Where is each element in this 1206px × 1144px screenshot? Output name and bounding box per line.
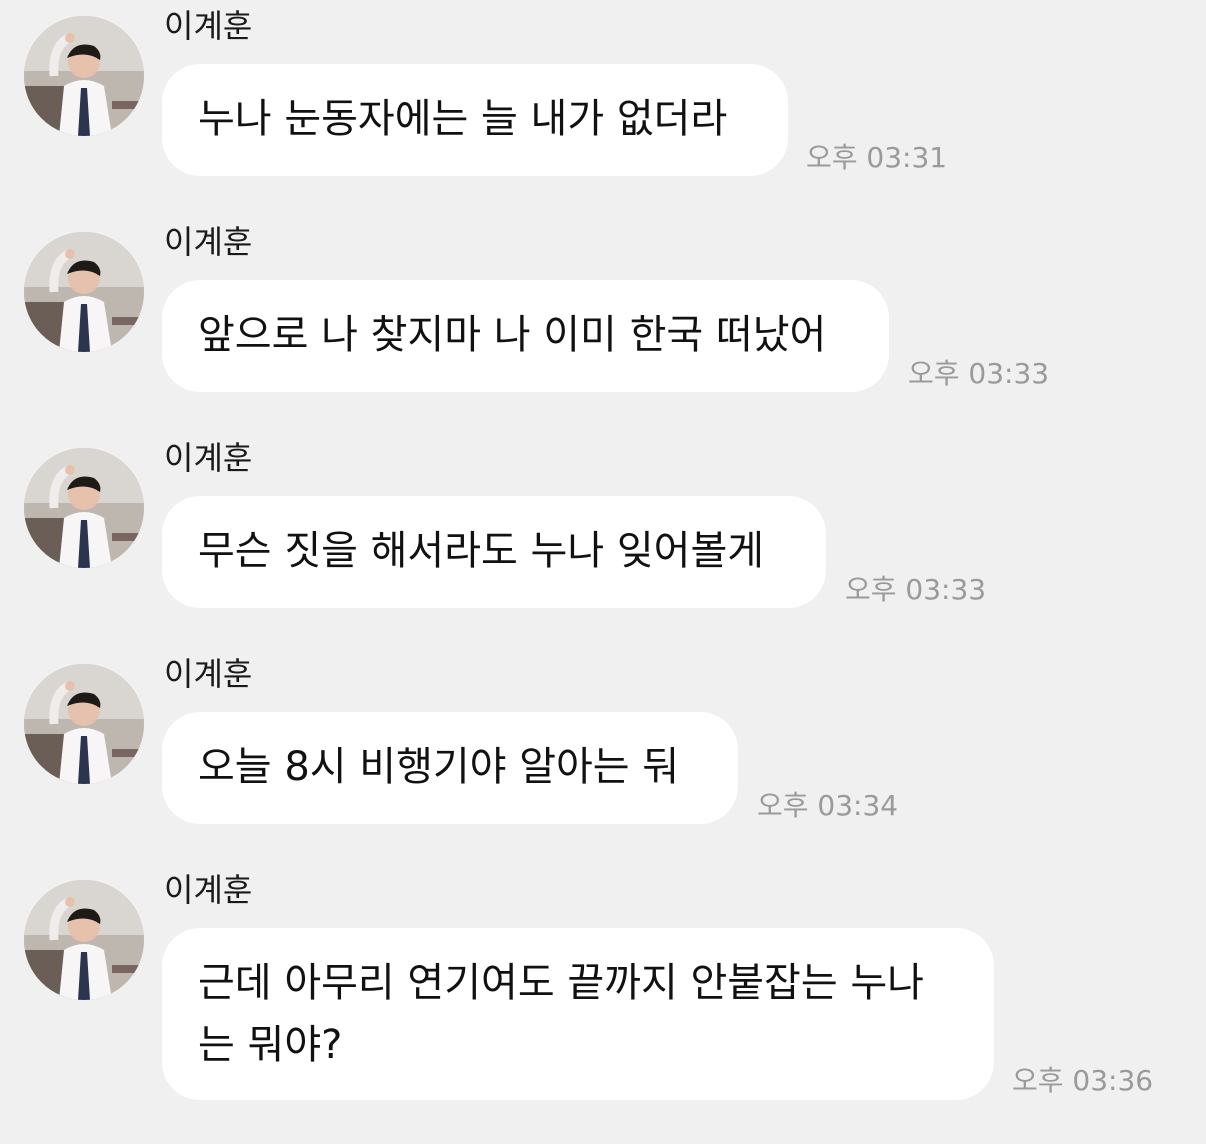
profile-photo-icon xyxy=(24,16,144,136)
message-bubble[interactable]: 무슨 짓을 해서라도 누나 잊어볼게 xyxy=(162,496,826,608)
avatar[interactable] xyxy=(24,880,144,1000)
message-bubble[interactable]: 앞으로 나 찾지마 나 이미 한국 떠났어 xyxy=(162,280,889,392)
message-row: 이계훈 누나 눈동자에는 늘 내가 없더라 오후 03:31 xyxy=(0,4,1206,184)
sender-name: 이계훈 xyxy=(164,871,253,909)
sender-name: 이계훈 xyxy=(164,439,253,477)
message-row: 이계훈 오늘 8시 비행기야 알아는 둬 오후 03:34 xyxy=(0,652,1206,832)
chat-log[interactable]: 이계훈 누나 눈동자에는 늘 내가 없더라 오후 03:31 이계훈 앞으로 나… xyxy=(0,0,1206,1144)
avatar[interactable] xyxy=(24,448,144,568)
message-timestamp: 오후 03:34 xyxy=(757,789,899,822)
profile-photo-icon xyxy=(24,232,144,352)
message-bubble[interactable]: 오늘 8시 비행기야 알아는 둬 xyxy=(162,712,738,824)
message-timestamp: 오후 03:33 xyxy=(845,573,987,606)
message-timestamp: 오후 03:31 xyxy=(806,141,948,174)
message-row: 이계훈 근데 아무리 연기여도 끝까지 안붙잡는 누나 는 뭐야? 오후 03:… xyxy=(0,868,1206,1108)
avatar[interactable] xyxy=(24,232,144,352)
avatar[interactable] xyxy=(24,664,144,784)
message-row: 이계훈 앞으로 나 찾지마 나 이미 한국 떠났어 오후 03:33 xyxy=(0,220,1206,400)
sender-name: 이계훈 xyxy=(164,223,253,261)
profile-photo-icon xyxy=(24,880,144,1000)
avatar[interactable] xyxy=(24,16,144,136)
message-row: 이계훈 무슨 짓을 해서라도 누나 잊어볼게 오후 03:33 xyxy=(0,436,1206,616)
message-bubble[interactable]: 근데 아무리 연기여도 끝까지 안붙잡는 누나 는 뭐야? xyxy=(162,928,994,1100)
message-timestamp: 오후 03:36 xyxy=(1012,1064,1154,1097)
profile-photo-icon xyxy=(24,448,144,568)
message-bubble[interactable]: 누나 눈동자에는 늘 내가 없더라 xyxy=(162,64,788,176)
sender-name: 이계훈 xyxy=(164,655,253,693)
sender-name: 이계훈 xyxy=(164,7,253,45)
message-timestamp: 오후 03:33 xyxy=(908,357,1050,390)
profile-photo-icon xyxy=(24,664,144,784)
